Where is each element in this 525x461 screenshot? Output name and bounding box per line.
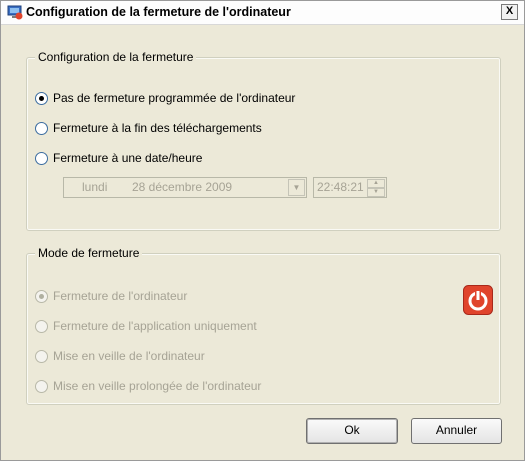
spin-up-icon[interactable]: ▲: [367, 179, 385, 188]
spin-down-icon[interactable]: ▼: [367, 188, 385, 197]
radio-button[interactable]: [35, 122, 48, 135]
time-picker[interactable]: 22:48:21 ▲ ▼: [313, 177, 387, 198]
radio-label: Fermeture à la fin des téléchargements: [53, 121, 262, 135]
power-icon: [463, 285, 493, 315]
shutdown-config-group: Configuration de la fermeture: [26, 50, 501, 231]
computer-app-icon: [7, 5, 23, 20]
radio-button[interactable]: [35, 152, 48, 165]
radio-button[interactable]: [35, 380, 48, 393]
chevron-down-icon[interactable]: ▼: [288, 179, 305, 196]
cancel-button[interactable]: Annuler: [411, 418, 502, 444]
radio-label: Fermeture à une date/heure: [53, 151, 203, 165]
radio-label: Mise en veille prolongée de l'ordinateur: [53, 379, 262, 393]
radio-button[interactable]: [35, 92, 48, 105]
radio-label: Pas de fermeture programmée de l'ordinat…: [53, 91, 296, 105]
radio-button[interactable]: [35, 320, 48, 333]
ok-button[interactable]: Ok: [306, 418, 398, 444]
date-picker[interactable]: lundi 28 décembre 2009 ▼: [63, 177, 307, 198]
shutdown-mode-title: Mode de fermeture: [35, 246, 143, 260]
shutdown-config-title: Configuration de la fermeture: [35, 50, 197, 64]
title-bar[interactable]: Configuration de la fermeture de l'ordin…: [1, 1, 524, 25]
radio-button[interactable]: [35, 290, 48, 303]
time-spinner[interactable]: ▲ ▼: [367, 179, 385, 197]
time-value: 22:48:21: [317, 180, 364, 194]
dialog-content: Configuration de la fermeture Pas de fer…: [1, 25, 524, 460]
date-value: 28 décembre 2009: [132, 180, 233, 194]
window-title: Configuration de la fermeture de l'ordin…: [26, 5, 291, 19]
dialog-window: Configuration de la fermeture de l'ordin…: [0, 0, 525, 461]
radio-button[interactable]: [35, 350, 48, 363]
radio-label: Fermeture de l'ordinateur: [53, 289, 188, 303]
radio-label: Mise en veille de l'ordinateur: [53, 349, 205, 363]
radio-label: Fermeture de l'application uniquement: [53, 319, 257, 333]
date-day: lundi: [82, 180, 108, 194]
close-button[interactable]: X: [501, 4, 518, 20]
